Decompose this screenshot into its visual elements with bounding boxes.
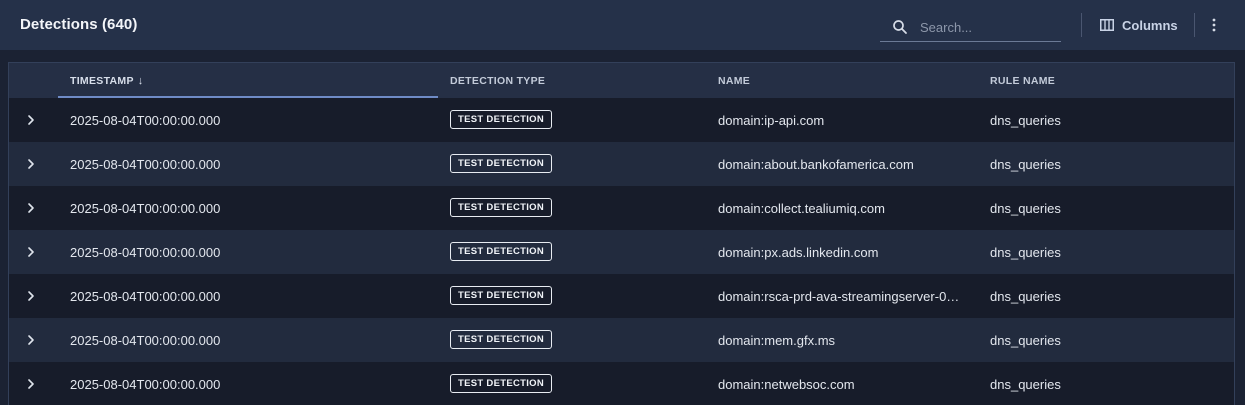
toolbar-divider — [1081, 13, 1082, 37]
detections-table: TIMESTAMP ↓ DETECTION TYPE NAME RULE NAME… — [8, 62, 1235, 405]
column-header-rule-name[interactable]: RULE NAME — [990, 75, 1055, 87]
columns-button[interactable]: Columns — [1092, 12, 1186, 38]
cell-rule-name: dns_queries — [990, 333, 1061, 348]
cell-name: domain:rsca-prd-ava-streamingserver-0… — [718, 289, 960, 304]
page-title: Detections (640) — [20, 16, 138, 33]
columns-icon — [1100, 19, 1114, 31]
cell-name: domain:collect.tealiumiq.com — [718, 201, 885, 216]
table-row[interactable]: 2025-08-04T00:00:00.000 TEST DETECTION dom… — [9, 274, 1234, 318]
detection-type-badge: TEST DETECTION — [450, 286, 553, 305]
table-header: TIMESTAMP ↓ DETECTION TYPE NAME RULE NAME — [9, 63, 1234, 98]
chevron-right-icon[interactable] — [23, 156, 39, 172]
cell-timestamp: 2025-08-04T00:00:00.000 — [70, 377, 221, 392]
more-options-button[interactable] — [1202, 13, 1226, 37]
cell-rule-name: dns_queries — [990, 201, 1061, 216]
column-header-name[interactable]: NAME — [718, 75, 750, 87]
cell-name: domain:px.ads.linkedin.com — [718, 245, 879, 260]
chevron-right-icon[interactable] — [23, 288, 39, 304]
table-row[interactable]: 2025-08-04T00:00:00.000 TEST DETECTION dom… — [9, 318, 1234, 362]
detections-header: Detections (640) Columns — [0, 0, 1245, 50]
column-header-timestamp[interactable]: TIMESTAMP ↓ — [70, 75, 144, 87]
cell-timestamp: 2025-08-04T00:00:00.000 — [70, 333, 221, 348]
cell-rule-name: dns_queries — [990, 245, 1061, 260]
search-box[interactable] — [880, 12, 1061, 42]
cell-timestamp: 2025-08-04T00:00:00.000 — [70, 245, 221, 260]
cell-name: domain:about.bankofamerica.com — [718, 157, 914, 172]
cell-timestamp: 2025-08-04T00:00:00.000 — [70, 113, 221, 128]
detection-type-badge: TEST DETECTION — [450, 110, 553, 129]
table-row[interactable]: 2025-08-04T00:00:00.000 TEST DETECTION dom… — [9, 230, 1234, 274]
column-header-detection-type[interactable]: DETECTION TYPE — [450, 75, 545, 87]
cell-timestamp: 2025-08-04T00:00:00.000 — [70, 201, 221, 216]
column-header-timestamp-label: TIMESTAMP — [70, 75, 134, 87]
cell-name: domain:netwebsoc.com — [718, 377, 855, 392]
chevron-right-icon[interactable] — [23, 332, 39, 348]
chevron-right-icon[interactable] — [23, 376, 39, 392]
table-row[interactable]: 2025-08-04T00:00:00.000 TEST DETECTION dom… — [9, 362, 1234, 405]
toolbar-divider — [1194, 13, 1195, 37]
search-icon — [893, 20, 907, 34]
detection-type-badge: TEST DETECTION — [450, 374, 553, 393]
detection-type-badge: TEST DETECTION — [450, 330, 553, 349]
search-input[interactable] — [920, 17, 1055, 37]
cell-timestamp: 2025-08-04T00:00:00.000 — [70, 289, 221, 304]
table-row[interactable]: 2025-08-04T00:00:00.000 TEST DETECTION dom… — [9, 142, 1234, 186]
sort-descending-icon: ↓ — [137, 75, 144, 87]
columns-button-label: Columns — [1122, 17, 1178, 33]
cell-rule-name: dns_queries — [990, 289, 1061, 304]
cell-rule-name: dns_queries — [990, 113, 1061, 128]
detection-type-badge: TEST DETECTION — [450, 154, 553, 173]
cell-rule-name: dns_queries — [990, 377, 1061, 392]
more-vertical-icon — [1212, 18, 1216, 32]
cell-name: domain:ip-api.com — [718, 113, 825, 128]
chevron-right-icon[interactable] — [23, 200, 39, 216]
table-row[interactable]: 2025-08-04T00:00:00.000 TEST DETECTION dom… — [9, 186, 1234, 230]
chevron-right-icon[interactable] — [23, 112, 39, 128]
detection-type-badge: TEST DETECTION — [450, 198, 553, 217]
cell-name: domain:mem.gfx.ms — [718, 333, 836, 348]
table-row[interactable]: 2025-08-04T00:00:00.000 TEST DETECTION dom… — [9, 98, 1234, 142]
detection-type-badge: TEST DETECTION — [450, 242, 553, 261]
chevron-right-icon[interactable] — [23, 244, 39, 260]
cell-rule-name: dns_queries — [990, 157, 1061, 172]
cell-timestamp: 2025-08-04T00:00:00.000 — [70, 157, 221, 172]
